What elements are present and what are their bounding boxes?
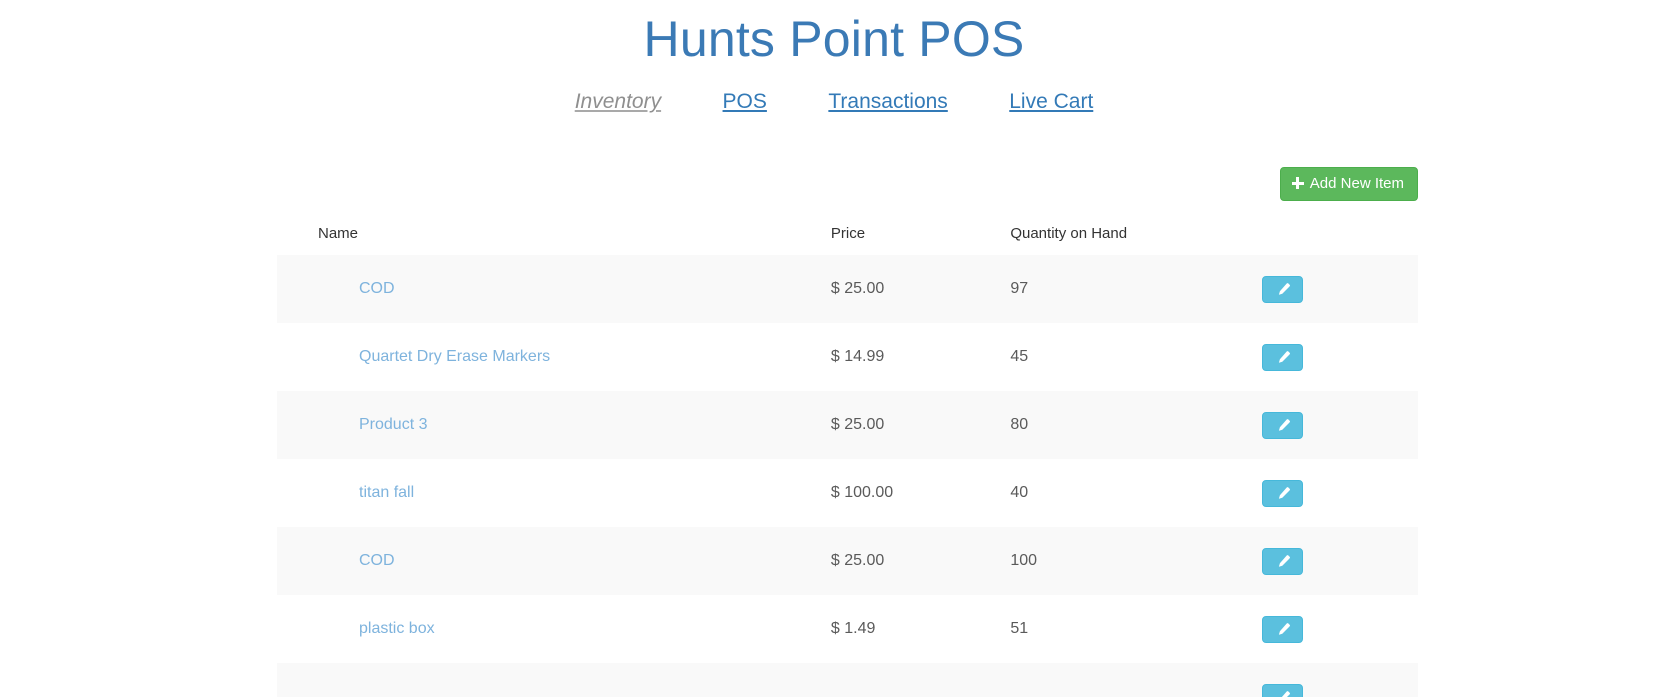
main-nav: Inventory POS Transactions Live Cart <box>0 88 1668 116</box>
app-page: Hunts Point POS Inventory POS Transactio… <box>0 0 1668 697</box>
column-header-price: Price <box>830 225 866 242</box>
edit-item-button[interactable] <box>1261 343 1303 371</box>
item-price: $ 14.99 <box>830 348 885 365</box>
edit-item-button[interactable] <box>1261 411 1303 439</box>
item-price: $ 25.00 <box>830 280 885 297</box>
edit-item-button[interactable] <box>1261 275 1303 303</box>
edit-item-button[interactable] <box>1261 479 1303 507</box>
item-name-link[interactable]: plastic box <box>359 620 435 637</box>
item-quantity: 45 <box>1010 348 1029 365</box>
inventory-table: Name Price Quantity on Hand COD $ 25.00 … <box>277 212 1418 697</box>
edit-item-button[interactable] <box>1261 615 1303 643</box>
item-name-link[interactable]: COD <box>359 552 395 569</box>
column-header-actions <box>1241 212 1418 255</box>
table-header-row: Name Price Quantity on Hand <box>277 212 1418 255</box>
table-row[interactable]: Quartet Dry Erase Markers $ 14.99 45 <box>277 323 1418 391</box>
table-head: Name Price Quantity on Hand <box>277 212 1418 255</box>
item-name-link[interactable]: Quartet Dry Erase Markers <box>359 348 550 365</box>
edit-item-button[interactable] <box>1261 547 1303 575</box>
column-header-name: Name <box>318 225 359 242</box>
item-name-link[interactable]: COD <box>359 280 395 297</box>
nav-link-inventory[interactable]: Inventory <box>575 88 661 116</box>
item-price: $ 100.00 <box>830 484 894 501</box>
add-new-item-label: Add New Item <box>1309 175 1404 192</box>
nav-link-live-cart[interactable]: Live Cart <box>1009 88 1093 116</box>
table-row[interactable]: COD $ 25.00 97 <box>277 255 1418 323</box>
add-new-item-button[interactable]: Add New Item <box>1279 167 1418 201</box>
table-row[interactable] <box>277 663 1418 697</box>
table-toolbar: Add New Item <box>277 167 1418 201</box>
item-quantity: 100 <box>1010 552 1038 569</box>
item-name-link[interactable]: titan fall <box>359 484 414 501</box>
edit-item-button[interactable] <box>1261 683 1303 697</box>
table-row[interactable]: titan fall $ 100.00 40 <box>277 459 1418 527</box>
inventory-table-container: Name Price Quantity on Hand COD $ 25.00 … <box>277 212 1418 697</box>
table-body: COD $ 25.00 97 Quartet Dry Erase Markers… <box>277 255 1418 697</box>
item-quantity: 80 <box>1010 416 1029 433</box>
table-row[interactable]: Product 3 $ 25.00 80 <box>277 391 1418 459</box>
item-price: $ 25.00 <box>830 552 885 569</box>
pencil-icon <box>1278 418 1290 431</box>
pencil-icon <box>1278 554 1290 567</box>
plus-icon <box>1291 177 1304 189</box>
nav-link-transactions[interactable]: Transactions <box>828 88 947 116</box>
pencil-icon <box>1278 282 1290 295</box>
item-name-link[interactable]: Product 3 <box>359 416 427 433</box>
pencil-icon <box>1278 486 1290 499</box>
item-quantity: 40 <box>1010 484 1029 501</box>
pencil-icon <box>1278 350 1290 363</box>
item-price: $ 1.49 <box>830 620 876 637</box>
item-quantity: 97 <box>1010 280 1029 297</box>
table-row[interactable]: COD $ 25.00 100 <box>277 527 1418 595</box>
column-header-quantity: Quantity on Hand <box>1010 225 1128 242</box>
nav-link-pos[interactable]: POS <box>723 88 767 116</box>
item-quantity: 51 <box>1010 620 1029 637</box>
pencil-icon <box>1278 622 1290 635</box>
item-price: $ 25.00 <box>830 416 885 433</box>
table-row[interactable]: plastic box $ 1.49 51 <box>277 595 1418 663</box>
pencil-icon <box>1281 690 1290 697</box>
page-title: Hunts Point POS <box>643 11 1025 67</box>
